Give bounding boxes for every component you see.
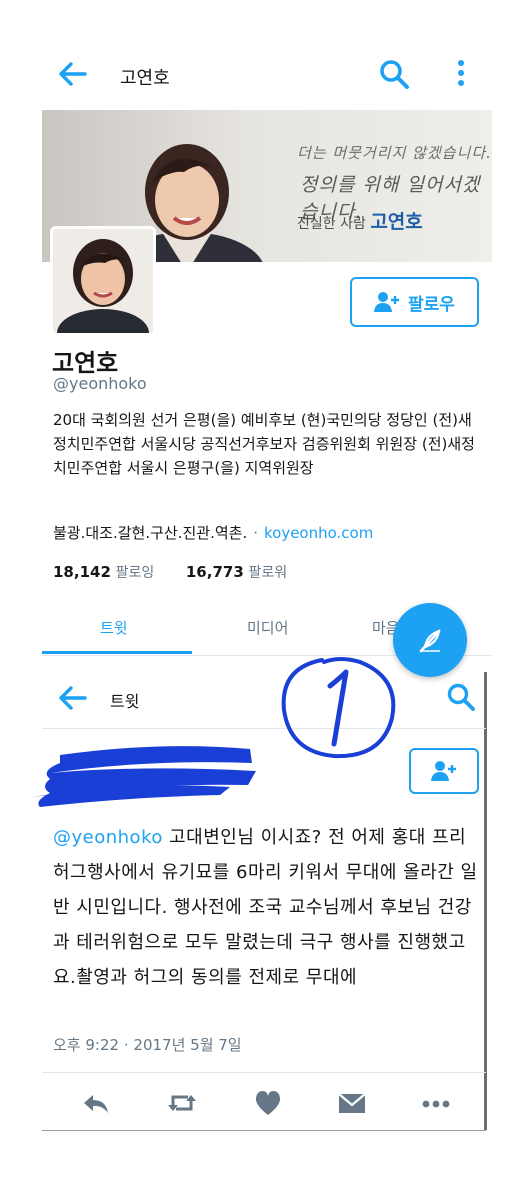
tab-tweets[interactable]: 트윗 [100, 617, 128, 638]
tweet-author-follow-button[interactable] [409, 748, 479, 794]
avatar-image [53, 229, 153, 333]
banner-signature: 진실한 사람 고연호 [297, 207, 423, 234]
direct-message-button[interactable] [336, 1087, 368, 1119]
heart-icon [255, 1091, 281, 1115]
profile-website-link[interactable]: koyeonho.com [264, 524, 373, 542]
tweet-back-button[interactable] [55, 684, 89, 712]
tweet-body: 고대변인님 이시죠? 전 어제 홍대 프리허그행사에서 유기묘를 6마리 키워서… [53, 827, 478, 988]
following-label: 팔로잉 [115, 565, 155, 581]
retweet-button[interactable] [166, 1087, 198, 1119]
tweet-actions [42, 1085, 486, 1121]
reply-button[interactable] [80, 1087, 112, 1119]
tweet-date: 2017년 5월 7일 [133, 1036, 242, 1054]
screenshot-edge [484, 672, 487, 1130]
tweet-text: @yeonhoko 고대변인님 이시죠? 전 어제 홍대 프리허그행사에서 유기… [53, 820, 483, 995]
overflow-menu-button[interactable] [452, 58, 470, 90]
add-user-icon [374, 292, 400, 312]
tweet-mention-link[interactable]: @yeonhoko [53, 827, 163, 848]
followers-stat[interactable]: 16,773 팔로워 [186, 563, 287, 581]
back-arrow-icon [59, 62, 87, 86]
followers-label: 팔로워 [248, 565, 288, 581]
banner-slogan-1: 더는 머뭇거리지 않겠습니다. [297, 144, 492, 162]
search-button[interactable] [378, 58, 410, 90]
profile-handle: @yeonhoko [53, 374, 147, 393]
tweet-actions-divider [42, 1072, 486, 1073]
back-arrow-icon [59, 686, 87, 710]
tweet-time: 오후 9:22 [53, 1036, 120, 1054]
tweet-time-separator: · [123, 1036, 129, 1054]
like-button[interactable] [252, 1087, 284, 1119]
redaction-scribble [32, 746, 256, 807]
more-horizontal-icon [422, 1100, 450, 1108]
header-title: 고연호 [120, 68, 170, 89]
reply-icon [84, 1095, 108, 1113]
banner-sign-name: 고연호 [370, 211, 423, 233]
followers-count: 16,773 [185, 563, 244, 581]
tweet-bottom-border [42, 1130, 486, 1131]
profile-avatar[interactable] [50, 226, 156, 336]
follow-button[interactable]: 팔로우 [350, 277, 479, 327]
search-icon [447, 683, 475, 711]
envelope-icon [338, 1093, 366, 1113]
profile-meta: 불광.대조.갈현.구산.진관.역촌. · koyeonho.com [53, 522, 373, 543]
profile-name: 고연호 [52, 349, 119, 377]
follow-button-label: 팔로우 [408, 294, 455, 315]
tweet-timestamp: 오후 9:22 · 2017년 5월 7일 [53, 1034, 242, 1055]
add-user-icon [431, 761, 456, 781]
more-actions-button[interactable] [420, 1087, 452, 1119]
profile-location: 불광.대조.갈현.구산.진관.역촌. [53, 524, 248, 542]
meta-separator: · [253, 524, 258, 542]
handwritten-circled-one-annotation [281, 657, 396, 759]
search-icon [380, 60, 409, 89]
profile-stats: 18,142 팔로잉 16,773 팔로워 [53, 562, 287, 582]
tweet-search-button[interactable] [446, 682, 476, 712]
following-stat[interactable]: 18,142 팔로잉 [53, 563, 154, 581]
retweet-icon [168, 1095, 196, 1111]
tab-media[interactable]: 미디어 [247, 617, 288, 638]
profile-bio: 20대 국회의원 선거 은평(을) 예비후보 (현)국민의당 정당인 (전)새정… [53, 411, 475, 477]
active-tab-indicator [42, 651, 192, 654]
back-button[interactable] [55, 60, 89, 88]
tweet-header-title: 트윗 [110, 692, 140, 711]
banner-sign-prefix: 진실한 사람 [297, 216, 366, 232]
following-count: 18,142 [53, 563, 111, 581]
more-vertical-icon [458, 60, 464, 86]
compose-feather-icon [419, 629, 441, 653]
